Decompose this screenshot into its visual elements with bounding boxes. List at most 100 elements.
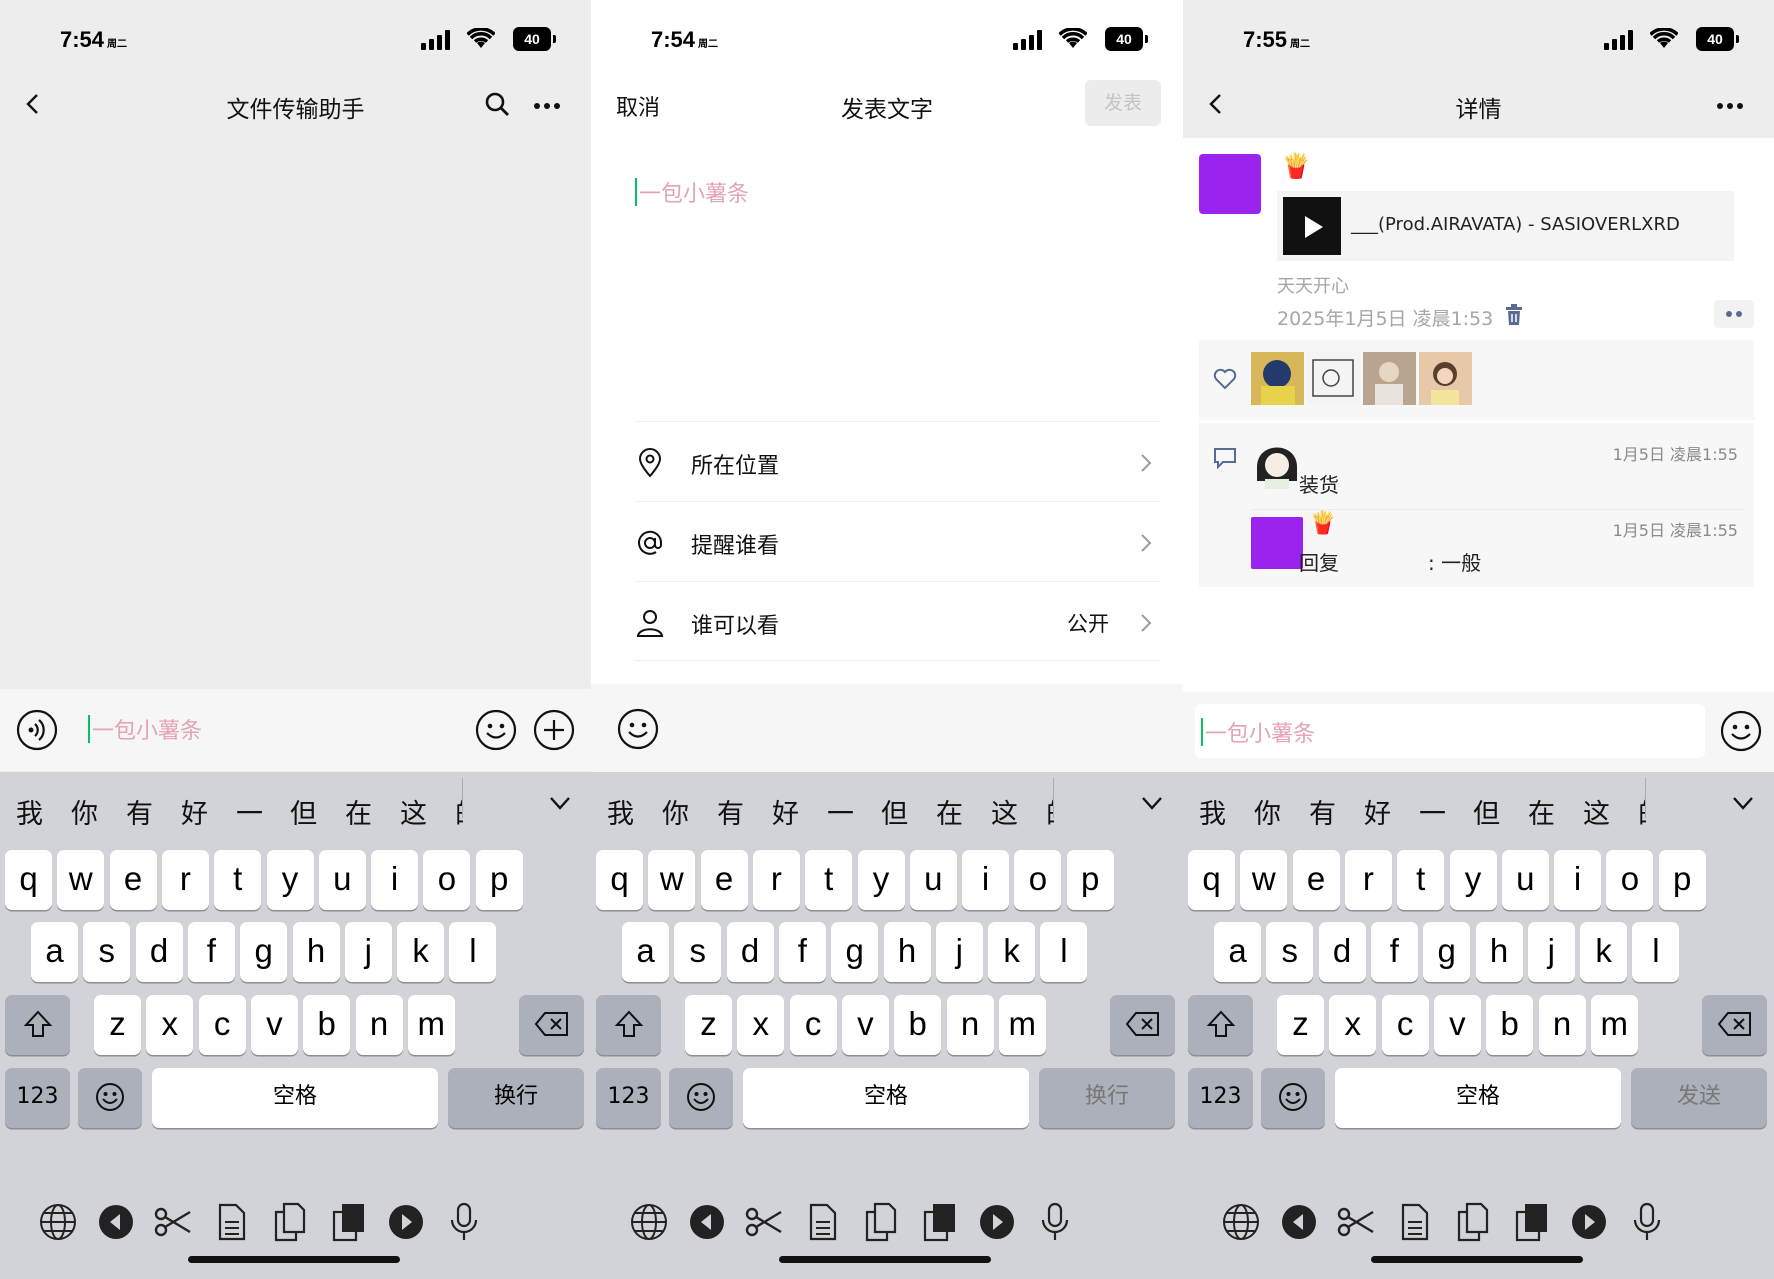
key-letter[interactable]: t bbox=[214, 850, 262, 910]
candidate-word[interactable]: 有 bbox=[126, 792, 153, 831]
liker-avatar[interactable] bbox=[1307, 352, 1360, 405]
microphone-icon[interactable] bbox=[442, 1200, 486, 1244]
key-letter[interactable]: a bbox=[31, 922, 78, 982]
key-letter[interactable]: y bbox=[1449, 850, 1497, 910]
microphone-icon[interactable] bbox=[1033, 1200, 1077, 1244]
backspace-key[interactable] bbox=[519, 995, 584, 1055]
like-comment-menu-button[interactable] bbox=[1714, 300, 1754, 328]
key-letter[interactable]: s bbox=[674, 922, 722, 982]
key-letter[interactable]: a bbox=[622, 922, 669, 982]
candidate-word[interactable]: 一 bbox=[827, 792, 854, 831]
space-key[interactable]: 空格 bbox=[152, 1068, 438, 1128]
globe-icon[interactable] bbox=[36, 1200, 80, 1244]
cursor-right-icon[interactable] bbox=[975, 1200, 1019, 1244]
return-key[interactable]: 换行 bbox=[1039, 1068, 1175, 1128]
emoji-icon[interactable] bbox=[1720, 710, 1762, 752]
key-letter[interactable]: i bbox=[371, 850, 419, 910]
key-letter[interactable]: s bbox=[1266, 922, 1314, 982]
plus-icon[interactable] bbox=[533, 709, 575, 751]
shift-key[interactable] bbox=[5, 995, 70, 1055]
scissors-icon[interactable] bbox=[743, 1200, 787, 1244]
key-letter[interactable]: v bbox=[1433, 995, 1481, 1055]
candidate-word[interactable]: 有 bbox=[1309, 792, 1336, 831]
copy-icon[interactable] bbox=[268, 1200, 312, 1244]
key-letter[interactable]: u bbox=[318, 850, 366, 910]
numbers-key[interactable]: 123 bbox=[1188, 1068, 1253, 1128]
key-letter[interactable]: w bbox=[1240, 850, 1288, 910]
key-letter[interactable]: o bbox=[1606, 850, 1654, 910]
candidate-word[interactable]: 我 bbox=[16, 792, 43, 831]
candidate-word[interactable]: 这 bbox=[991, 792, 1018, 831]
candidate-word[interactable]: 这 bbox=[1583, 792, 1610, 831]
chat-input[interactable]: 一包小薯条 bbox=[88, 713, 202, 745]
key-letter[interactable]: p bbox=[475, 850, 523, 910]
candidate-word[interactable]: 但 bbox=[881, 792, 908, 831]
key-letter[interactable]: w bbox=[648, 850, 696, 910]
candidate-word[interactable]: 我 bbox=[1199, 792, 1226, 831]
space-key[interactable]: 空格 bbox=[1335, 1068, 1621, 1128]
paste-icon[interactable] bbox=[326, 1200, 370, 1244]
chevron-down-icon[interactable] bbox=[1732, 796, 1754, 810]
publish-button[interactable]: 发表 bbox=[1085, 80, 1161, 126]
cursor-right-icon[interactable] bbox=[384, 1200, 428, 1244]
cursor-right-icon[interactable] bbox=[1567, 1200, 1611, 1244]
key-letter[interactable]: n bbox=[355, 995, 403, 1055]
candidate-word[interactable]: 好 bbox=[181, 792, 208, 831]
key-letter[interactable]: r bbox=[1344, 850, 1392, 910]
key-letter[interactable]: h bbox=[1475, 922, 1523, 982]
candidate-word[interactable]: 你 bbox=[71, 792, 98, 831]
copy-icon[interactable] bbox=[1451, 1200, 1495, 1244]
key-letter[interactable]: f bbox=[1370, 922, 1418, 982]
key-letter[interactable]: k bbox=[1580, 922, 1628, 982]
key-letter[interactable]: c bbox=[789, 995, 837, 1055]
candidate-word[interactable]: 好 bbox=[1364, 792, 1391, 831]
scissors-icon[interactable] bbox=[1335, 1200, 1379, 1244]
globe-icon[interactable] bbox=[1219, 1200, 1263, 1244]
key-letter[interactable]: f bbox=[778, 922, 826, 982]
candidate-word[interactable]: 这 bbox=[400, 792, 427, 831]
candidate-word[interactable]: 有 bbox=[717, 792, 744, 831]
scissors-icon[interactable] bbox=[152, 1200, 196, 1244]
key-letter[interactable]: r bbox=[752, 850, 800, 910]
key-letter[interactable]: d bbox=[726, 922, 774, 982]
microphone-icon[interactable] bbox=[1625, 1200, 1669, 1244]
key-letter[interactable]: c bbox=[198, 995, 246, 1055]
key-letter[interactable]: e bbox=[700, 850, 748, 910]
shift-key[interactable] bbox=[596, 995, 661, 1055]
voice-icon[interactable] bbox=[16, 709, 58, 751]
key-letter[interactable]: x bbox=[146, 995, 194, 1055]
key-letter[interactable]: v bbox=[841, 995, 889, 1055]
liker-avatar[interactable] bbox=[1363, 352, 1416, 405]
key-letter[interactable]: c bbox=[1381, 995, 1429, 1055]
emoji-icon[interactable] bbox=[475, 709, 517, 751]
key-letter[interactable]: v bbox=[250, 995, 298, 1055]
key-letter[interactable]: b bbox=[1486, 995, 1534, 1055]
key-letter[interactable]: t bbox=[1397, 850, 1445, 910]
candidate-word[interactable]: 但 bbox=[1473, 792, 1500, 831]
key-letter[interactable]: n bbox=[1538, 995, 1586, 1055]
emoji-key[interactable] bbox=[78, 1068, 142, 1128]
globe-icon[interactable] bbox=[627, 1200, 671, 1244]
key-letter[interactable]: j bbox=[1527, 922, 1575, 982]
candidate-word[interactable]: 你 bbox=[662, 792, 689, 831]
document-icon[interactable] bbox=[801, 1200, 845, 1244]
key-letter[interactable]: z bbox=[94, 995, 141, 1055]
candidate-word[interactable]: 你 bbox=[1254, 792, 1281, 831]
key-letter[interactable]: o bbox=[423, 850, 471, 910]
key-letter[interactable]: h bbox=[292, 922, 340, 982]
key-letter[interactable]: y bbox=[857, 850, 905, 910]
liker-avatar[interactable] bbox=[1419, 352, 1472, 405]
key-letter[interactable]: d bbox=[135, 922, 183, 982]
document-icon[interactable] bbox=[210, 1200, 254, 1244]
return-key[interactable]: 发送 bbox=[1631, 1068, 1767, 1128]
candidate-word[interactable]: 在 bbox=[345, 792, 372, 831]
key-letter[interactable]: u bbox=[1501, 850, 1549, 910]
cursor-left-icon[interactable] bbox=[1277, 1200, 1321, 1244]
key-letter[interactable]: k bbox=[988, 922, 1036, 982]
more-icon[interactable] bbox=[1716, 102, 1744, 110]
key-letter[interactable]: j bbox=[344, 922, 392, 982]
more-icon[interactable] bbox=[533, 102, 561, 110]
key-letter[interactable]: h bbox=[883, 922, 931, 982]
chevron-down-icon[interactable] bbox=[1141, 796, 1163, 810]
option-location[interactable]: 所在位置 bbox=[635, 421, 1159, 501]
